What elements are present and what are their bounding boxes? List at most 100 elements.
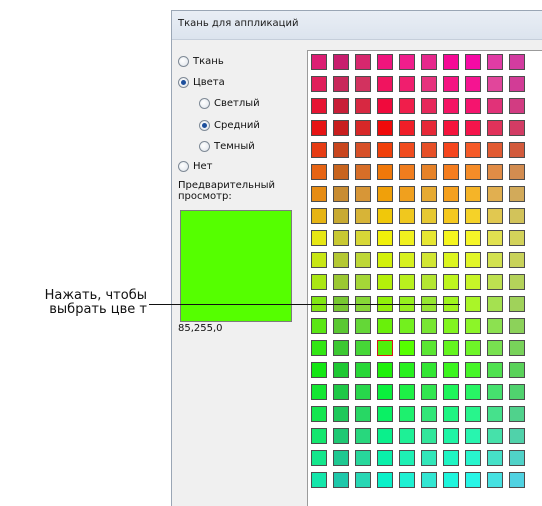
color-swatch[interactable] — [487, 186, 503, 202]
color-swatch[interactable] — [465, 252, 481, 268]
radio-none[interactable]: Нет — [178, 159, 213, 173]
color-swatch[interactable] — [355, 406, 371, 422]
color-swatch[interactable] — [443, 274, 459, 290]
color-swatch[interactable] — [355, 208, 371, 224]
color-swatch[interactable] — [333, 208, 349, 224]
color-swatch[interactable] — [355, 120, 371, 136]
color-swatch[interactable] — [311, 384, 327, 400]
color-swatch[interactable] — [377, 362, 393, 378]
color-swatch[interactable] — [509, 340, 525, 356]
color-swatch[interactable] — [509, 296, 525, 312]
color-swatch[interactable] — [311, 450, 327, 466]
color-swatch[interactable] — [399, 340, 415, 356]
color-swatch[interactable] — [421, 252, 437, 268]
color-swatch[interactable] — [487, 76, 503, 92]
color-swatch[interactable] — [421, 76, 437, 92]
color-swatch[interactable] — [377, 252, 393, 268]
color-swatch[interactable] — [465, 406, 481, 422]
color-swatch[interactable] — [399, 186, 415, 202]
color-swatch[interactable] — [465, 98, 481, 114]
color-swatch[interactable] — [377, 54, 393, 70]
color-swatch[interactable] — [487, 252, 503, 268]
color-swatch[interactable] — [443, 98, 459, 114]
color-swatch[interactable] — [509, 384, 525, 400]
color-swatch[interactable] — [333, 340, 349, 356]
color-swatch[interactable] — [421, 98, 437, 114]
color-swatch[interactable] — [509, 76, 525, 92]
color-swatch[interactable] — [443, 428, 459, 444]
color-swatch[interactable] — [333, 186, 349, 202]
color-swatch[interactable] — [487, 428, 503, 444]
color-swatch[interactable] — [311, 208, 327, 224]
color-swatch[interactable] — [487, 120, 503, 136]
color-swatch[interactable] — [311, 98, 327, 114]
color-swatch[interactable] — [421, 230, 437, 246]
color-swatch[interactable] — [465, 230, 481, 246]
color-swatch[interactable] — [487, 54, 503, 70]
color-swatch[interactable] — [399, 54, 415, 70]
color-swatch[interactable] — [465, 120, 481, 136]
color-swatch[interactable] — [443, 208, 459, 224]
color-swatch[interactable] — [355, 230, 371, 246]
color-swatch[interactable] — [487, 98, 503, 114]
color-swatch[interactable] — [355, 76, 371, 92]
color-swatch[interactable] — [311, 340, 327, 356]
color-swatch[interactable] — [465, 142, 481, 158]
color-swatch[interactable] — [487, 362, 503, 378]
color-swatch[interactable] — [377, 384, 393, 400]
color-swatch[interactable] — [509, 450, 525, 466]
color-swatch[interactable] — [355, 384, 371, 400]
color-swatch[interactable] — [487, 318, 503, 334]
color-swatch[interactable] — [487, 450, 503, 466]
color-swatch[interactable] — [465, 54, 481, 70]
color-swatch[interactable] — [421, 362, 437, 378]
color-swatch[interactable] — [465, 428, 481, 444]
color-swatch[interactable] — [443, 450, 459, 466]
color-swatch[interactable] — [355, 472, 371, 488]
color-swatch[interactable] — [509, 428, 525, 444]
color-swatch[interactable] — [355, 98, 371, 114]
color-swatch[interactable] — [443, 384, 459, 400]
color-swatch[interactable] — [377, 428, 393, 444]
color-swatch[interactable] — [465, 76, 481, 92]
color-swatch[interactable] — [311, 428, 327, 444]
color-swatch[interactable] — [377, 450, 393, 466]
color-swatch[interactable] — [487, 406, 503, 422]
color-swatch[interactable] — [377, 340, 393, 356]
color-swatch[interactable] — [487, 230, 503, 246]
color-swatch[interactable] — [311, 362, 327, 378]
color-swatch[interactable] — [465, 296, 481, 312]
color-swatch[interactable] — [421, 54, 437, 70]
color-swatch[interactable] — [509, 120, 525, 136]
color-swatch[interactable] — [465, 318, 481, 334]
color-swatch[interactable] — [333, 428, 349, 444]
color-swatch[interactable] — [355, 362, 371, 378]
color-swatch[interactable] — [465, 274, 481, 290]
color-swatch[interactable] — [377, 274, 393, 290]
color-swatch[interactable] — [311, 472, 327, 488]
color-swatch[interactable] — [443, 362, 459, 378]
color-swatch[interactable] — [443, 406, 459, 422]
color-swatch[interactable] — [465, 208, 481, 224]
color-swatch[interactable] — [421, 186, 437, 202]
color-swatch[interactable] — [355, 252, 371, 268]
color-swatch[interactable] — [487, 384, 503, 400]
color-swatch[interactable] — [311, 230, 327, 246]
color-swatch[interactable] — [333, 164, 349, 180]
color-swatch[interactable] — [311, 252, 327, 268]
color-swatch[interactable] — [421, 142, 437, 158]
color-swatch[interactable] — [509, 208, 525, 224]
color-swatch[interactable] — [487, 208, 503, 224]
color-swatch[interactable] — [509, 318, 525, 334]
color-swatch[interactable] — [443, 186, 459, 202]
color-swatch[interactable] — [311, 120, 327, 136]
color-swatch[interactable] — [311, 142, 327, 158]
color-swatch[interactable] — [465, 450, 481, 466]
color-swatch[interactable] — [311, 54, 327, 70]
color-swatch[interactable] — [377, 120, 393, 136]
radio-fabric[interactable]: Ткань — [178, 54, 224, 68]
color-swatch[interactable] — [333, 406, 349, 422]
color-swatch[interactable] — [421, 450, 437, 466]
color-swatch[interactable] — [399, 318, 415, 334]
radio-dark[interactable]: Темный — [199, 139, 255, 153]
